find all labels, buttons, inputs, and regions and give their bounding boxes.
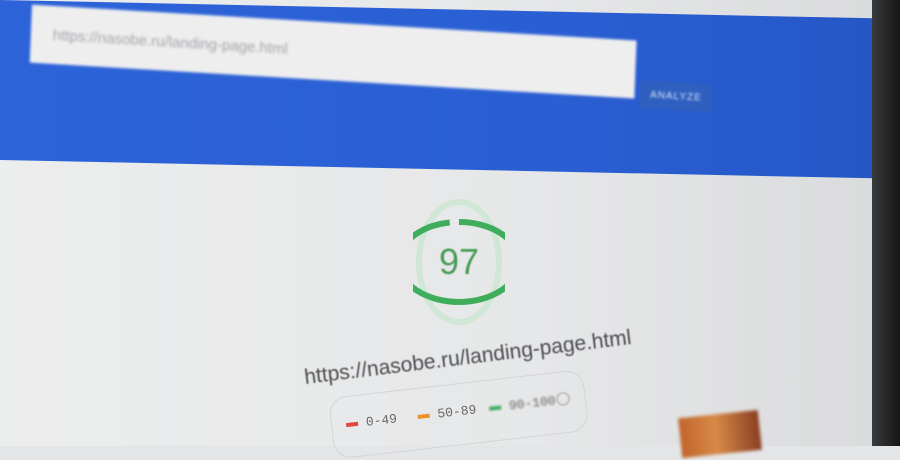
legend-item-fail: 0-49: [345, 411, 398, 432]
screenshot-thumbnail: [678, 409, 762, 459]
screen: ANALYZE 97 https://nasobe.ru/landing-pag…: [0, 0, 900, 460]
legend-swatch-pass: [488, 404, 502, 411]
legend-label-fail: 0-49: [365, 411, 398, 430]
monitor-bezel: [872, 0, 900, 446]
header-bar: ANALYZE: [0, 0, 880, 179]
performance-gauge: 97: [413, 196, 505, 332]
performance-score: 97: [438, 241, 480, 282]
analyze-button[interactable]: ANALYZE: [639, 80, 713, 113]
legend-swatch-average: [417, 413, 430, 419]
legend-label-average: 50-89: [436, 402, 478, 422]
report-url[interactable]: https://nasobe.ru/landing-page.html: [303, 326, 633, 390]
legend-item-average: 50-89: [417, 402, 477, 424]
info-icon[interactable]: [555, 391, 571, 407]
score-legend: 0-49 50-89 90-100: [328, 369, 590, 460]
url-input[interactable]: [29, 4, 637, 99]
legend-swatch-fail: [345, 421, 359, 427]
legend-label-pass: 90-100: [508, 393, 557, 414]
legend-item-pass: 90-100: [488, 393, 556, 415]
